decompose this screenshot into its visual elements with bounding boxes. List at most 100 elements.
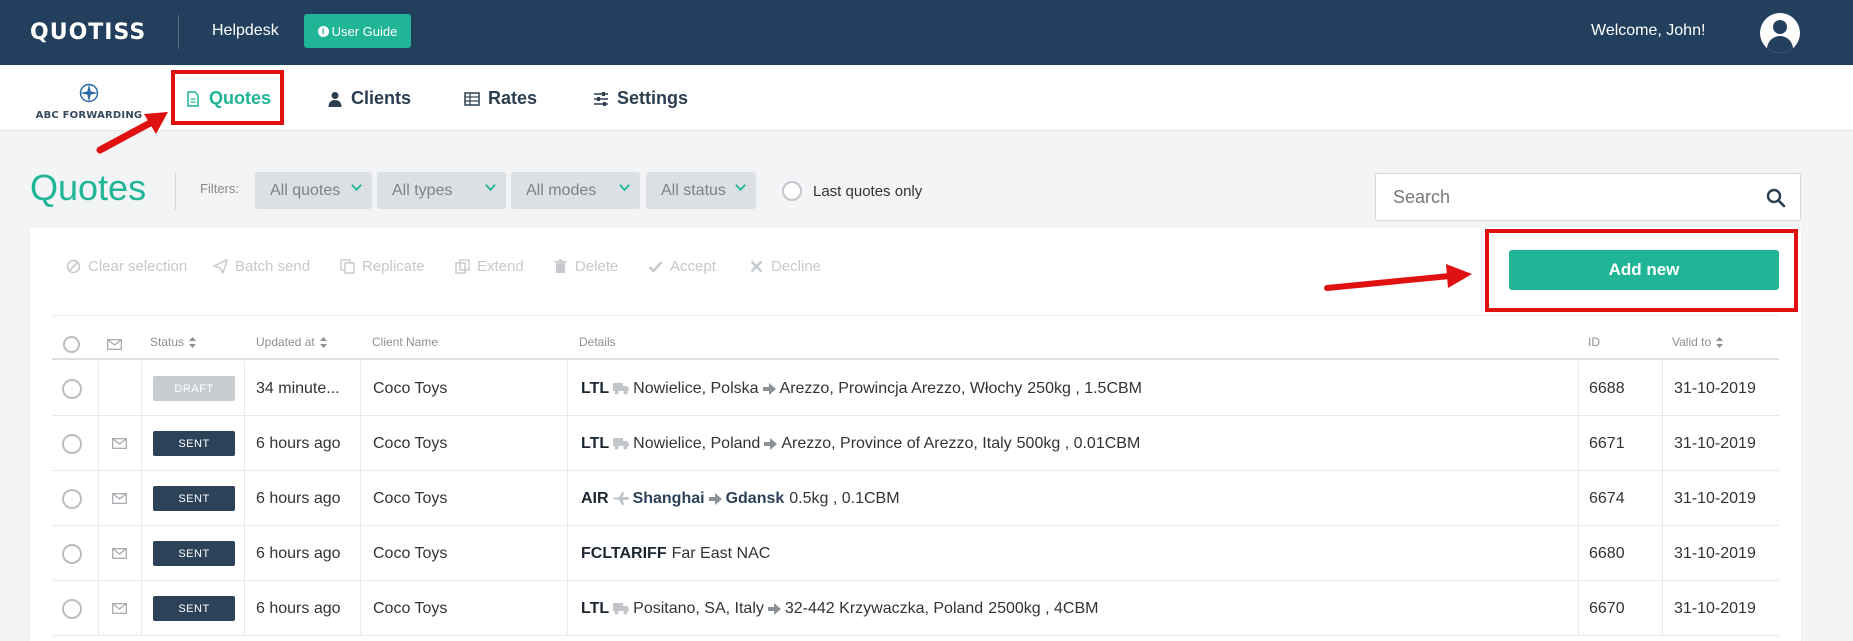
- sliders-icon: [594, 91, 608, 106]
- row-select-radio[interactable]: [62, 598, 82, 619]
- clone-icon: [455, 259, 470, 274]
- header-valid-to[interactable]: Valid to: [1672, 335, 1724, 349]
- updated-at: 6 hours ago: [256, 599, 341, 617]
- welcome-text: Welcome, John!: [1591, 22, 1706, 39]
- transport-mode: LTL: [581, 599, 610, 617]
- avatar[interactable]: [1760, 13, 1800, 53]
- transport-mode: FCLTARIFF: [581, 544, 667, 562]
- transport-mode: AIR: [581, 489, 609, 507]
- quotes-highlight: [171, 70, 284, 125]
- filter-types[interactable]: All types: [377, 172, 506, 209]
- filter-quotes[interactable]: All quotes: [255, 172, 372, 209]
- plane-icon: [612, 492, 629, 505]
- batch-send-action[interactable]: Batch send: [213, 258, 310, 275]
- updated-at: 6 hours ago: [256, 544, 341, 562]
- arrow-right-icon: [708, 492, 722, 505]
- search-input[interactable]: [1393, 184, 1753, 210]
- origin: Nowielice, Poland: [633, 434, 761, 452]
- clear-selection-action[interactable]: Clear selection: [66, 258, 187, 275]
- user-avatar-icon: [1773, 20, 1787, 34]
- ban-icon: [66, 259, 81, 274]
- destination: Arezzo, Province of Arezzo, Italy: [781, 434, 1012, 452]
- divider: [52, 315, 1779, 316]
- paper-plane-icon: [213, 259, 228, 274]
- quote-id: 6671: [1589, 434, 1625, 452]
- cargo-details: 0.5kg , 0.1CBM: [789, 489, 900, 507]
- compass-icon: [79, 83, 99, 103]
- nav-clients-label: Clients: [351, 88, 412, 108]
- quote-id: 6688: [1589, 379, 1625, 397]
- info-icon: i: [317, 25, 329, 37]
- filter-modes[interactable]: All modes: [511, 172, 640, 209]
- destination: Arezzo, Prowincja Arezzo, Włochy: [779, 379, 1023, 397]
- origin: Shanghai: [632, 489, 705, 507]
- table-header: Status Updated at Client Name Details ID…: [52, 324, 1779, 360]
- table-row[interactable]: SENT 6 hours ago Coco Toys FCLTARIFF Far…: [52, 526, 1779, 581]
- arrow-right-icon: [762, 382, 776, 395]
- search-icon[interactable]: [1766, 188, 1786, 208]
- arrow-right-icon: [764, 437, 778, 450]
- decline-action[interactable]: Decline: [749, 258, 821, 275]
- mail-icon: [107, 339, 122, 350]
- table-row[interactable]: SENT 6 hours ago Coco Toys AIR Shanghai …: [52, 471, 1779, 526]
- updated-at: 6 hours ago: [256, 489, 341, 507]
- helpdesk-link[interactable]: Helpdesk: [212, 22, 279, 40]
- status-badge: SENT: [153, 431, 235, 456]
- client-name: Coco Toys: [373, 489, 448, 507]
- last-quotes-radio[interactable]: [782, 181, 802, 201]
- row-select-radio[interactable]: [62, 433, 82, 454]
- origin: Nowielice, Polska: [633, 379, 759, 397]
- table-row[interactable]: SENT 6 hours ago Coco Toys LTL Positano,…: [52, 581, 1779, 636]
- client-name: Coco Toys: [373, 544, 448, 562]
- header-updated-at[interactable]: Updated at: [256, 335, 327, 349]
- trash-icon: [554, 259, 567, 273]
- quotiss-logo[interactable]: QUOTISS: [30, 20, 146, 45]
- nav-settings[interactable]: Settings: [593, 88, 688, 109]
- cargo-details: 500kg , 0.01CBM: [1016, 434, 1141, 452]
- chevron-down-icon: [485, 184, 496, 192]
- header-status[interactable]: Status: [150, 335, 197, 349]
- status-badge: SENT: [153, 596, 235, 621]
- select-all-radio[interactable]: [63, 336, 80, 353]
- quote-id: 6670: [1589, 599, 1625, 617]
- replicate-action[interactable]: Replicate: [340, 258, 425, 275]
- status-badge: DRAFT: [153, 376, 235, 401]
- mail-icon: [112, 603, 127, 614]
- row-select-radio[interactable]: [62, 488, 82, 509]
- delete-action[interactable]: Delete: [553, 258, 618, 275]
- details: LTL Nowielice, Polska Arezzo, Prowincja …: [581, 361, 1142, 416]
- nav-rates[interactable]: Rates: [464, 88, 537, 109]
- table-row[interactable]: SENT 6 hours ago Coco Toys LTL Nowielice…: [52, 416, 1779, 471]
- check-icon: [648, 261, 663, 273]
- accept-action[interactable]: Accept: [648, 258, 716, 275]
- valid-to: 31-10-2019: [1674, 599, 1756, 617]
- copy-icon: [340, 259, 355, 274]
- search-box: [1375, 173, 1801, 221]
- add-new-highlight: [1485, 229, 1798, 312]
- row-select-radio[interactable]: [62, 378, 82, 399]
- extend-action[interactable]: Extend: [455, 258, 524, 275]
- nav-rates-label: Rates: [488, 88, 538, 108]
- filter-status[interactable]: All status: [646, 172, 756, 209]
- cargo-details: 250kg , 1.5CBM: [1027, 379, 1143, 397]
- row-select-radio[interactable]: [62, 543, 82, 564]
- transport-mode: LTL: [581, 434, 610, 452]
- cargo-details: 2500kg , 4CBM: [988, 599, 1099, 617]
- sort-icon: [319, 336, 327, 348]
- nav-clients[interactable]: Clients: [327, 88, 411, 109]
- quote-id: 6680: [1589, 544, 1625, 562]
- destination: Gdansk: [725, 489, 785, 507]
- header-client-name: Client Name: [372, 335, 439, 349]
- divider: [178, 15, 179, 49]
- header-id: ID: [1588, 335, 1600, 349]
- table-icon: [464, 91, 480, 106]
- valid-to: 31-10-2019: [1674, 434, 1756, 452]
- last-quotes-label: Last quotes only: [813, 183, 923, 200]
- details: LTL Nowielice, Poland Arezzo, Province o…: [581, 416, 1140, 471]
- chevron-down-icon: [619, 184, 630, 192]
- user-guide-button[interactable]: i User Guide: [304, 14, 411, 48]
- header-details: Details: [579, 335, 616, 349]
- table-row[interactable]: DRAFT 34 minute... Coco Toys LTL Nowieli…: [52, 361, 1779, 416]
- updated-at: 6 hours ago: [256, 434, 341, 452]
- status-badge: SENT: [153, 486, 235, 511]
